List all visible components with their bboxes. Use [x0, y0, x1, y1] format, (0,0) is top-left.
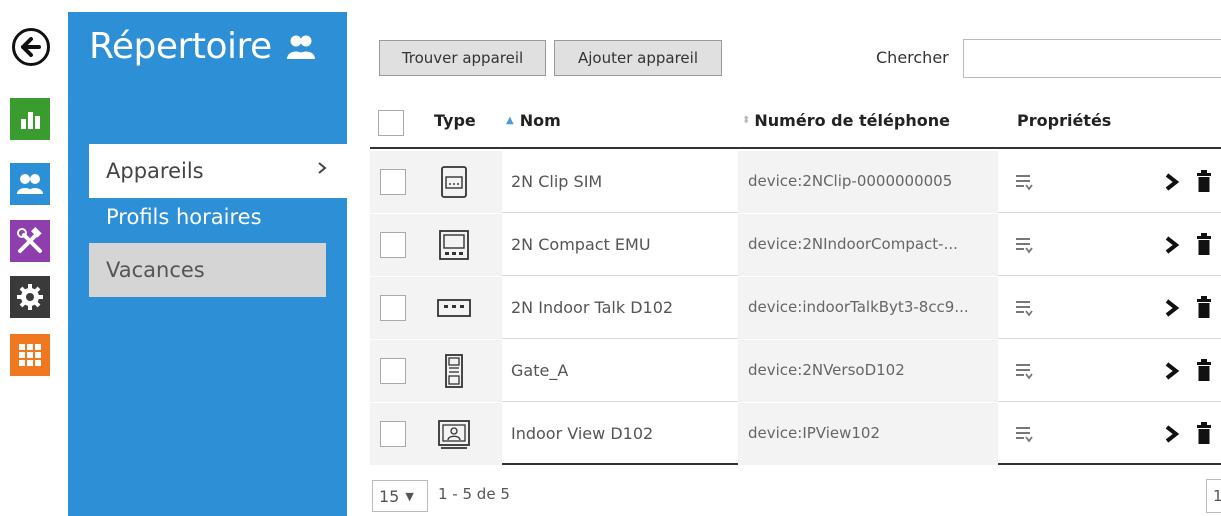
properties-list-icon[interactable]	[1014, 424, 1034, 444]
properties-list-icon[interactable]	[1014, 361, 1034, 381]
properties-list-icon[interactable]	[1014, 298, 1034, 318]
clip-device-icon	[441, 166, 467, 198]
chevron-right-icon[interactable]	[1164, 298, 1180, 318]
users-icon	[17, 174, 43, 194]
compact-device-icon	[439, 230, 469, 260]
verso-device-icon	[445, 354, 463, 388]
column-type[interactable]: Type	[434, 111, 476, 130]
search-label: Chercher	[876, 48, 949, 67]
trash-icon[interactable]	[1196, 295, 1212, 319]
page-title: Répertoire	[89, 26, 316, 67]
back-arrow-icon	[21, 37, 41, 57]
grid-icon	[19, 344, 41, 366]
column-name[interactable]: ▲ Nom	[506, 111, 561, 130]
status-menu-button[interactable]	[10, 98, 50, 140]
column-properties: Propriétés	[1017, 111, 1112, 130]
properties-list-icon[interactable]	[1014, 235, 1034, 255]
chevron-right-icon[interactable]	[1164, 424, 1180, 444]
users-icon	[286, 35, 315, 59]
device-name: Indoor View D102	[511, 424, 654, 443]
device-name: 2N Indoor Talk D102	[511, 298, 674, 317]
directory-panel: Répertoire Appareils Profils horaires Va…	[68, 12, 347, 516]
column-name-label: Nom	[519, 111, 561, 130]
row-checkbox[interactable]	[380, 358, 406, 384]
table-row[interactable]: 2N Compact EMU device:2NIndoorCompact-..…	[370, 214, 1221, 276]
page-title-text: Répertoire	[89, 26, 272, 67]
sidebar-item-label: Appareils	[106, 159, 204, 183]
properties-list-icon[interactable]	[1014, 172, 1034, 192]
services-menu-button[interactable]	[10, 334, 50, 376]
row-checkbox[interactable]	[380, 421, 406, 447]
row-checkbox[interactable]	[380, 295, 406, 321]
table-header: Type ▲ Nom ⬍ Numéro de téléphone Propriété…	[370, 99, 1221, 149]
bar-chart-icon	[21, 112, 40, 129]
chevron-right-icon[interactable]	[1164, 172, 1180, 192]
chevron-right-icon[interactable]	[1164, 235, 1180, 255]
rows-per-page-value: 15	[379, 486, 400, 506]
device-name: Gate_A	[511, 361, 569, 380]
sidebar-item-label: Profils horaires	[106, 205, 262, 229]
sidebar-item-label: Vacances	[106, 258, 205, 282]
device-number: device:2NClip-0000000005	[748, 172, 953, 190]
trash-icon[interactable]	[1196, 232, 1212, 256]
device-number: device:IPView102	[748, 424, 881, 442]
sort-icon: ⬍	[742, 115, 751, 126]
hardware-menu-button[interactable]	[10, 220, 50, 262]
table-row[interactable]: Gate_A device:2NVersoD102	[370, 340, 1221, 402]
page-button[interactable]: 1	[1206, 479, 1221, 513]
rows-per-page-select[interactable]: 15 ▼	[372, 480, 428, 512]
tools-icon	[17, 227, 42, 253]
device-number: device:indoorTalkByt3-8cc9...	[748, 298, 969, 316]
trash-icon[interactable]	[1196, 169, 1212, 193]
trash-icon[interactable]	[1196, 421, 1212, 445]
table-row[interactable]: Indoor View D102 device:IPView102	[370, 403, 1221, 465]
chevron-right-icon	[318, 162, 327, 174]
find-device-button[interactable]: Trouver appareil	[379, 40, 546, 76]
search-input[interactable]	[963, 39, 1221, 78]
column-phone-number[interactable]: ⬍ Numéro de téléphone	[742, 111, 950, 130]
device-number: device:2NVersoD102	[748, 361, 905, 379]
main-menu-rail	[0, 0, 56, 516]
back-button[interactable]	[12, 28, 50, 66]
pagination-range: 1 - 5 de 5	[438, 485, 510, 503]
sidebar-item-time-profiles[interactable]: Profils horaires	[89, 190, 347, 244]
device-number: device:2NIndoorCompact-...	[748, 235, 958, 253]
system-menu-button[interactable]	[10, 276, 50, 318]
row-checkbox[interactable]	[380, 232, 406, 258]
device-name: 2N Compact EMU	[511, 235, 651, 254]
table-row[interactable]: 2N Clip SIM device:2NClip-0000000005	[370, 151, 1221, 213]
row-checkbox[interactable]	[380, 169, 406, 195]
chevron-right-icon[interactable]	[1164, 361, 1180, 381]
sidebar-item-holidays[interactable]: Vacances	[89, 243, 326, 297]
select-all-checkbox[interactable]	[378, 110, 404, 136]
directory-menu-button[interactable]	[10, 163, 50, 205]
sort-ascending-icon: ▲	[506, 115, 514, 126]
talk-device-icon	[437, 299, 471, 317]
gear-icon	[17, 284, 43, 310]
device-name: 2N Clip SIM	[511, 172, 603, 191]
add-device-button[interactable]: Ajouter appareil	[554, 40, 722, 76]
chevron-down-icon: ▼	[405, 489, 414, 503]
trash-icon[interactable]	[1196, 358, 1212, 382]
table-row[interactable]: 2N Indoor Talk D102 device:indoorTalkByt…	[370, 277, 1221, 339]
column-phone-number-label: Numéro de téléphone	[754, 111, 950, 130]
view-device-icon	[438, 420, 470, 449]
